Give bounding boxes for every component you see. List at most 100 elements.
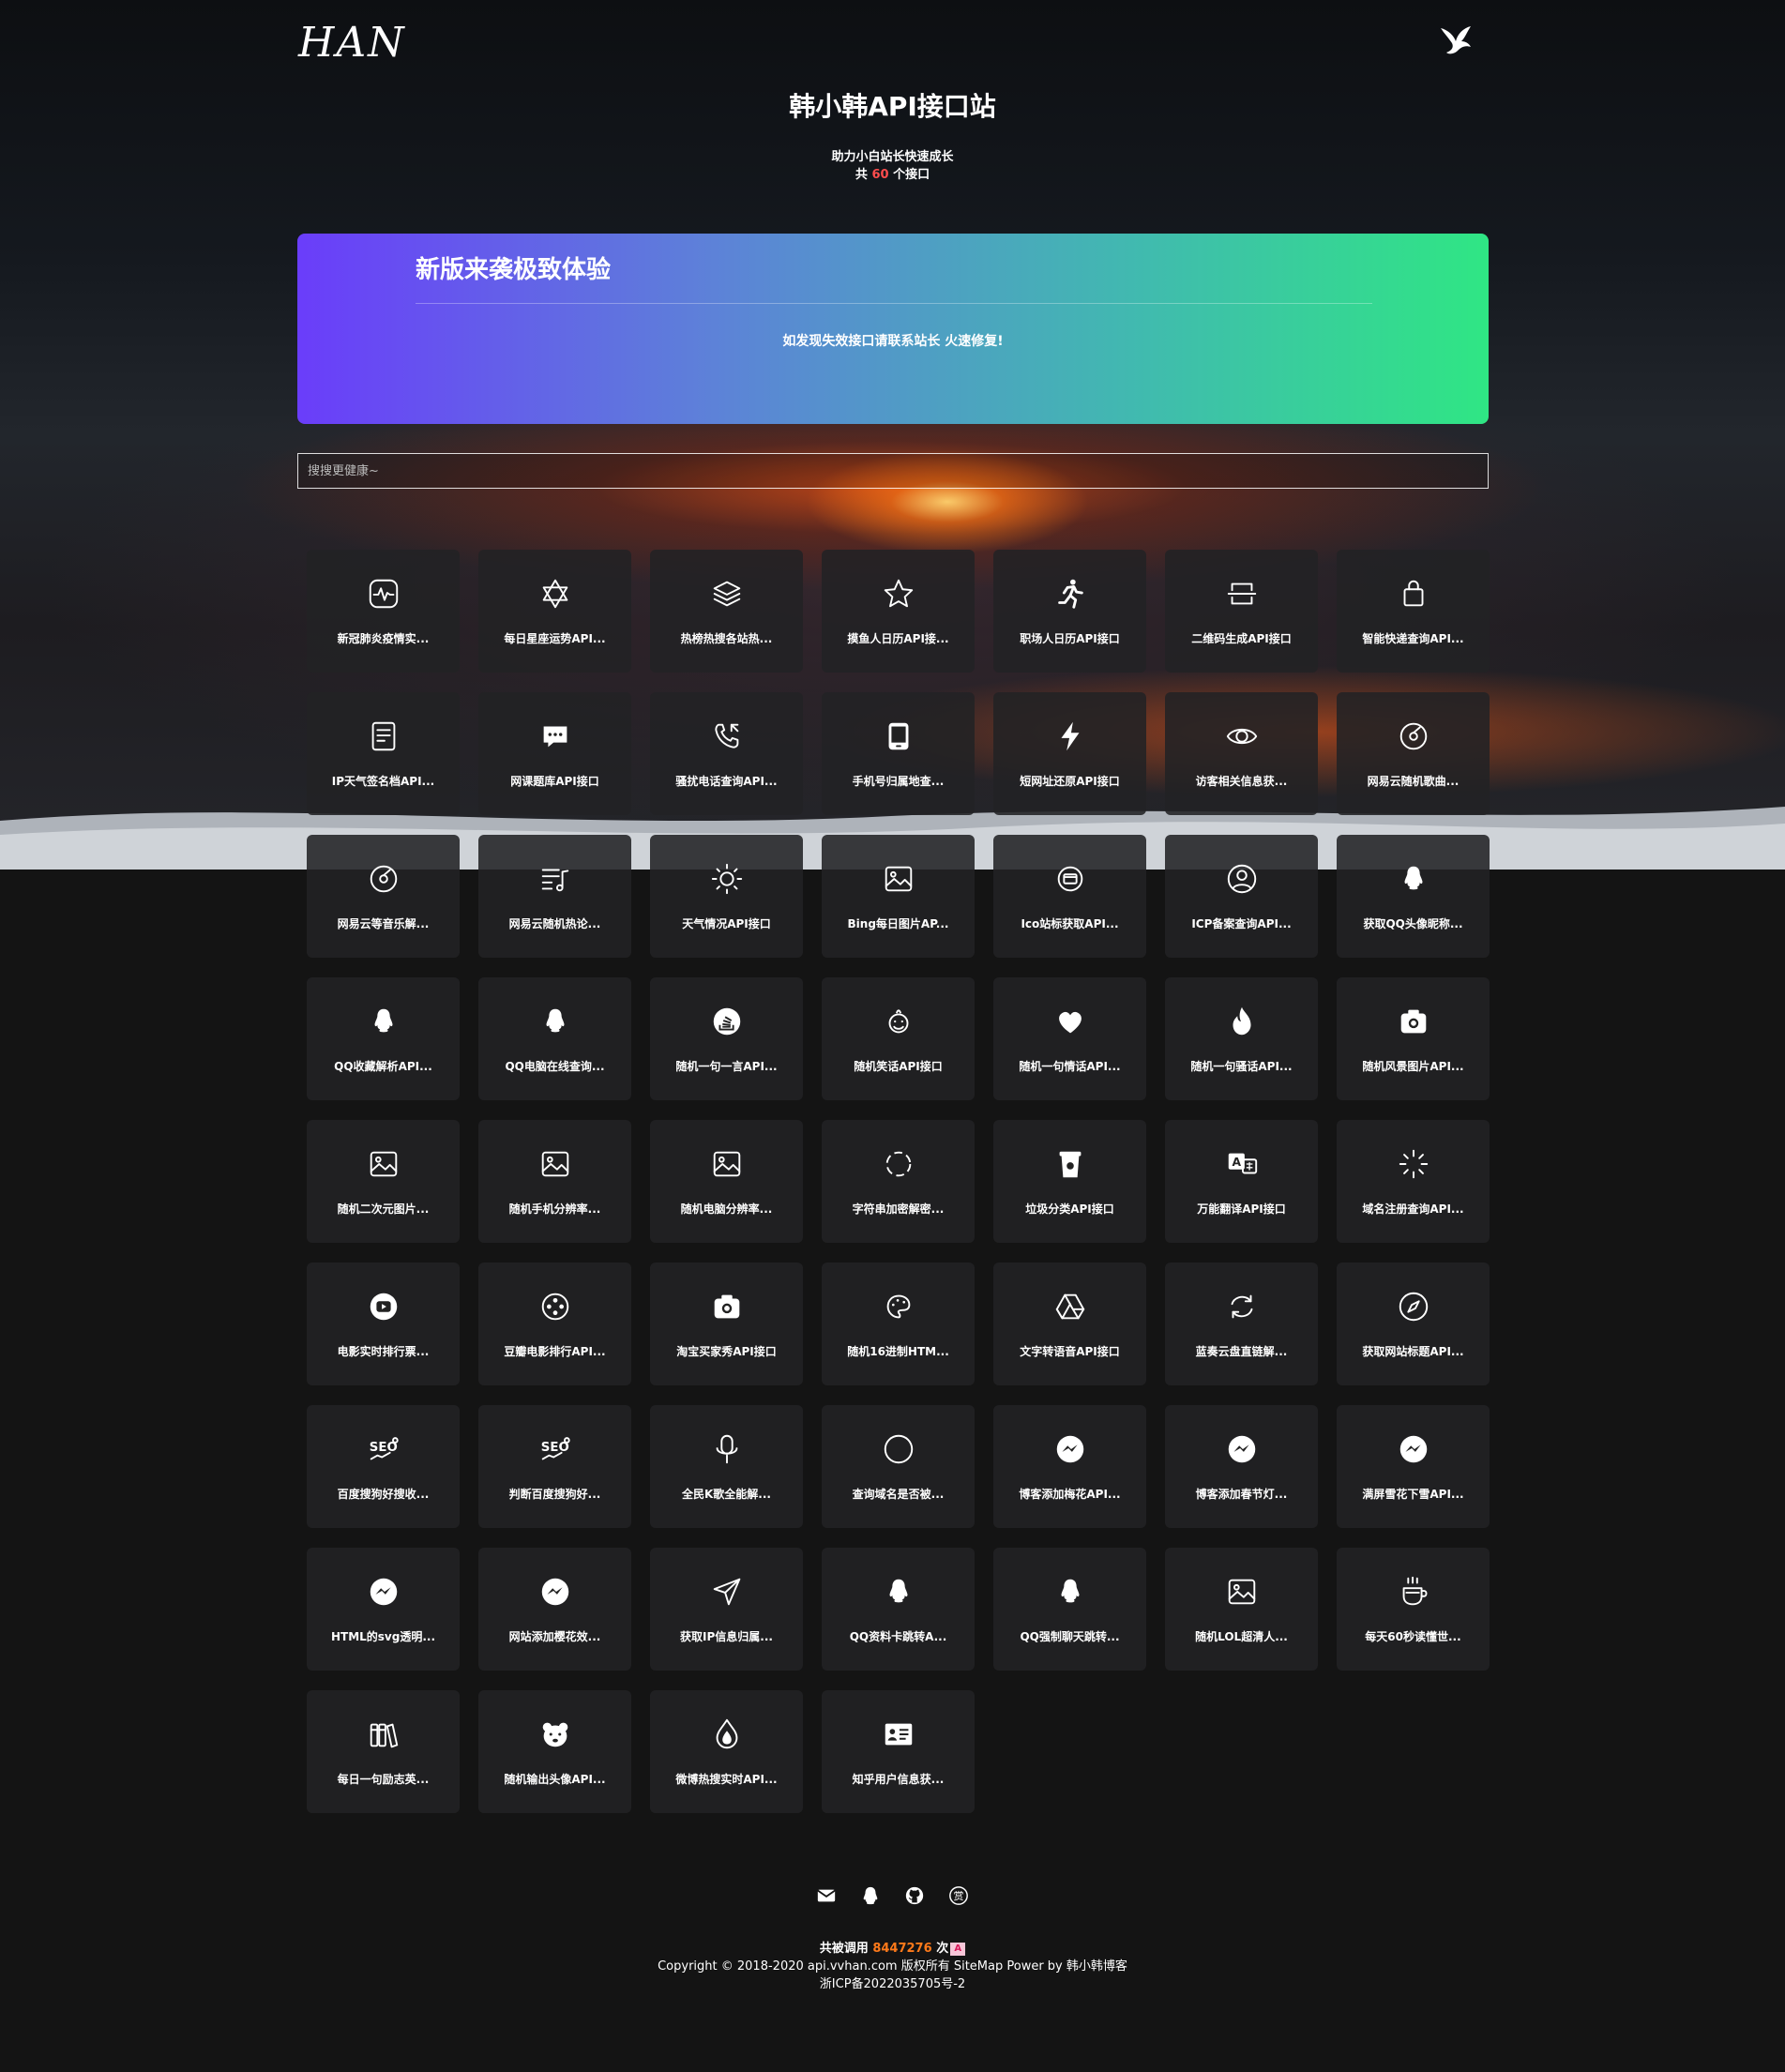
api-card[interactable]: 网易云等音乐解... bbox=[307, 835, 460, 958]
api-count-value: 60 bbox=[871, 168, 889, 182]
messenger-icon bbox=[307, 1573, 460, 1611]
api-card[interactable]: Bing每日图片AP... bbox=[822, 835, 975, 958]
camera-icon bbox=[1337, 1003, 1490, 1040]
api-card-label: 随机电脑分辨率... bbox=[680, 1202, 773, 1216]
api-card[interactable]: 访客相关信息获... bbox=[1165, 692, 1318, 815]
api-card[interactable]: Ico站标获取API... bbox=[993, 835, 1146, 958]
api-card[interactable]: SEO 百度搜狗好搜收... bbox=[307, 1405, 460, 1528]
api-card[interactable]: 随机输出头像API... bbox=[478, 1690, 631, 1813]
spinner-icon bbox=[1337, 1145, 1490, 1183]
api-card[interactable]: 微博热搜实时API... bbox=[650, 1690, 803, 1813]
api-card[interactable]: 满屏雪花下雪API... bbox=[1337, 1405, 1490, 1528]
sun-icon bbox=[650, 860, 803, 898]
api-card[interactable]: 手机号归属地查... bbox=[822, 692, 975, 815]
api-card-label: 随机手机分辨率... bbox=[508, 1202, 601, 1216]
api-card[interactable]: 网站添加樱花效... bbox=[478, 1548, 631, 1671]
api-card[interactable]: A 万能翻译API接口 bbox=[1165, 1120, 1318, 1243]
api-card[interactable]: 摸鱼人日历API接... bbox=[822, 550, 975, 673]
api-card-label: 字符串加密解密... bbox=[852, 1202, 945, 1216]
api-card[interactable]: 二维码生成API接口 bbox=[1165, 550, 1318, 673]
api-card[interactable]: 随机风景图片API... bbox=[1337, 977, 1490, 1100]
api-card[interactable]: SEO 判断百度搜狗好... bbox=[478, 1405, 631, 1528]
api-card[interactable]: 热榜热搜各站热... bbox=[650, 550, 803, 673]
api-count-prefix: 共 bbox=[855, 168, 868, 182]
api-card[interactable]: 每日一句励志英... bbox=[307, 1690, 460, 1813]
api-card[interactable]: 随机一句一言API... bbox=[650, 977, 803, 1100]
api-card[interactable]: 获取QQ头像昵称... bbox=[1337, 835, 1490, 958]
api-card-label: 获取QQ头像昵称... bbox=[1363, 917, 1463, 930]
bird-icon[interactable] bbox=[1437, 21, 1475, 58]
api-card[interactable]: IP天气签名档API... bbox=[307, 692, 460, 815]
api-card[interactable]: 短网址还原API接口 bbox=[993, 692, 1146, 815]
api-card-label: 新冠肺炎疫情实... bbox=[337, 632, 430, 645]
api-card-label: 判断百度搜狗好... bbox=[508, 1488, 601, 1501]
api-card[interactable]: 新冠肺炎疫情实... bbox=[307, 550, 460, 673]
mail-icon[interactable] bbox=[815, 1883, 839, 1907]
api-card[interactable]: 骚扰电话查询API... bbox=[650, 692, 803, 815]
api-card-label: 网站添加樱花效... bbox=[508, 1630, 601, 1643]
id-card-icon bbox=[822, 1716, 975, 1753]
api-card[interactable]: 网课题库API接口 bbox=[478, 692, 631, 815]
api-card[interactable]: 网易云随机歌曲... bbox=[1337, 692, 1490, 815]
api-card[interactable]: HTML的svg透明... bbox=[307, 1548, 460, 1671]
api-card[interactable]: 淘宝买家秀API接口 bbox=[650, 1263, 803, 1385]
qq-icon[interactable] bbox=[859, 1883, 883, 1907]
api-card[interactable]: 博客添加春节灯... bbox=[1165, 1405, 1318, 1528]
api-card[interactable]: 垃圾分类API接口 bbox=[993, 1120, 1146, 1243]
api-card[interactable]: 电影实时排行票... bbox=[307, 1263, 460, 1385]
api-card[interactable]: ICP备案查询API... bbox=[1165, 835, 1318, 958]
api-card-label: Bing每日图片AP... bbox=[847, 917, 949, 930]
api-card[interactable]: 天气情况API接口 bbox=[650, 835, 803, 958]
bear-icon bbox=[478, 1716, 631, 1753]
api-card[interactable]: 智能快递查询API... bbox=[1337, 550, 1490, 673]
api-card[interactable]: 随机LOL超清人... bbox=[1165, 1548, 1318, 1671]
api-card[interactable]: 蓝奏云盘直链解... bbox=[1165, 1263, 1318, 1385]
qq-icon bbox=[1337, 860, 1490, 898]
api-card[interactable]: QQ强制聊天跳转... bbox=[993, 1548, 1146, 1671]
github-icon[interactable] bbox=[903, 1883, 927, 1907]
api-card[interactable]: QQ电脑在线查询... bbox=[478, 977, 631, 1100]
camera-icon bbox=[650, 1288, 803, 1325]
site-logo[interactable]: HAN bbox=[298, 19, 406, 67]
api-card[interactable]: 域名注册查询API... bbox=[1337, 1120, 1490, 1243]
api-card[interactable]: 随机16进制HTM... bbox=[822, 1263, 975, 1385]
qrcode-icon bbox=[1165, 575, 1318, 613]
api-card[interactable]: 文字转语音API接口 bbox=[993, 1263, 1146, 1385]
disc-icon bbox=[1337, 718, 1490, 755]
api-card[interactable]: 随机一句情话API... bbox=[993, 977, 1146, 1100]
api-card-label: 职场人日历API接口 bbox=[1020, 632, 1120, 645]
api-card[interactable]: 每天60秒读懂世... bbox=[1337, 1548, 1490, 1671]
api-card[interactable]: 随机笑话API接口 bbox=[822, 977, 975, 1100]
api-card[interactable]: 随机一句骚话API... bbox=[1165, 977, 1318, 1100]
api-card[interactable]: 获取网站标题API... bbox=[1337, 1263, 1490, 1385]
api-card[interactable]: 网易云随机热论... bbox=[478, 835, 631, 958]
api-card[interactable]: 获取IP信息归属... bbox=[650, 1548, 803, 1671]
tablet-icon bbox=[822, 718, 975, 755]
api-card[interactable]: QQ资料卡跳转A... bbox=[822, 1548, 975, 1671]
api-card[interactable]: 博客添加梅花API... bbox=[993, 1405, 1146, 1528]
search-input[interactable] bbox=[297, 453, 1489, 489]
api-card[interactable]: 随机手机分辨率... bbox=[478, 1120, 631, 1243]
api-card[interactable]: 职场人日历API接口 bbox=[993, 550, 1146, 673]
api-card[interactable]: 查询域名是否被... bbox=[822, 1405, 975, 1528]
api-card[interactable]: 随机二次元图片... bbox=[307, 1120, 460, 1243]
laugh-icon bbox=[822, 1003, 975, 1040]
api-card-label: QQ电脑在线查询... bbox=[505, 1060, 605, 1073]
api-card-label: 随机LOL超清人... bbox=[1195, 1630, 1288, 1643]
api-card[interactable]: QQ收藏解析API... bbox=[307, 977, 460, 1100]
api-card[interactable]: 随机电脑分辨率... bbox=[650, 1120, 803, 1243]
api-card[interactable]: 全民K歌全能解... bbox=[650, 1405, 803, 1528]
api-card[interactable]: 每日星座运势API... bbox=[478, 550, 631, 673]
icp-record-link[interactable]: 浙ICP备2022035705号-2 bbox=[0, 1974, 1785, 1991]
reward-icon[interactable]: 赏 bbox=[947, 1883, 971, 1907]
announcement-banner: 新版来袭极致体验 如发现失效接口请联系站长 火速修复! bbox=[297, 234, 1489, 424]
api-card[interactable]: 豆瓣电影排行API... bbox=[478, 1263, 631, 1385]
api-card-label: 访客相关信息获... bbox=[1195, 775, 1288, 788]
books-icon bbox=[307, 1716, 460, 1753]
api-card-label: 查询域名是否被... bbox=[852, 1488, 945, 1501]
api-card-label: 网易云等音乐解... bbox=[337, 917, 430, 930]
loading-circle-icon bbox=[822, 1145, 975, 1183]
api-card-label: 手机号归属地查... bbox=[852, 775, 945, 788]
api-card[interactable]: 知乎用户信息获... bbox=[822, 1690, 975, 1813]
api-card[interactable]: 字符串加密解密... bbox=[822, 1120, 975, 1243]
